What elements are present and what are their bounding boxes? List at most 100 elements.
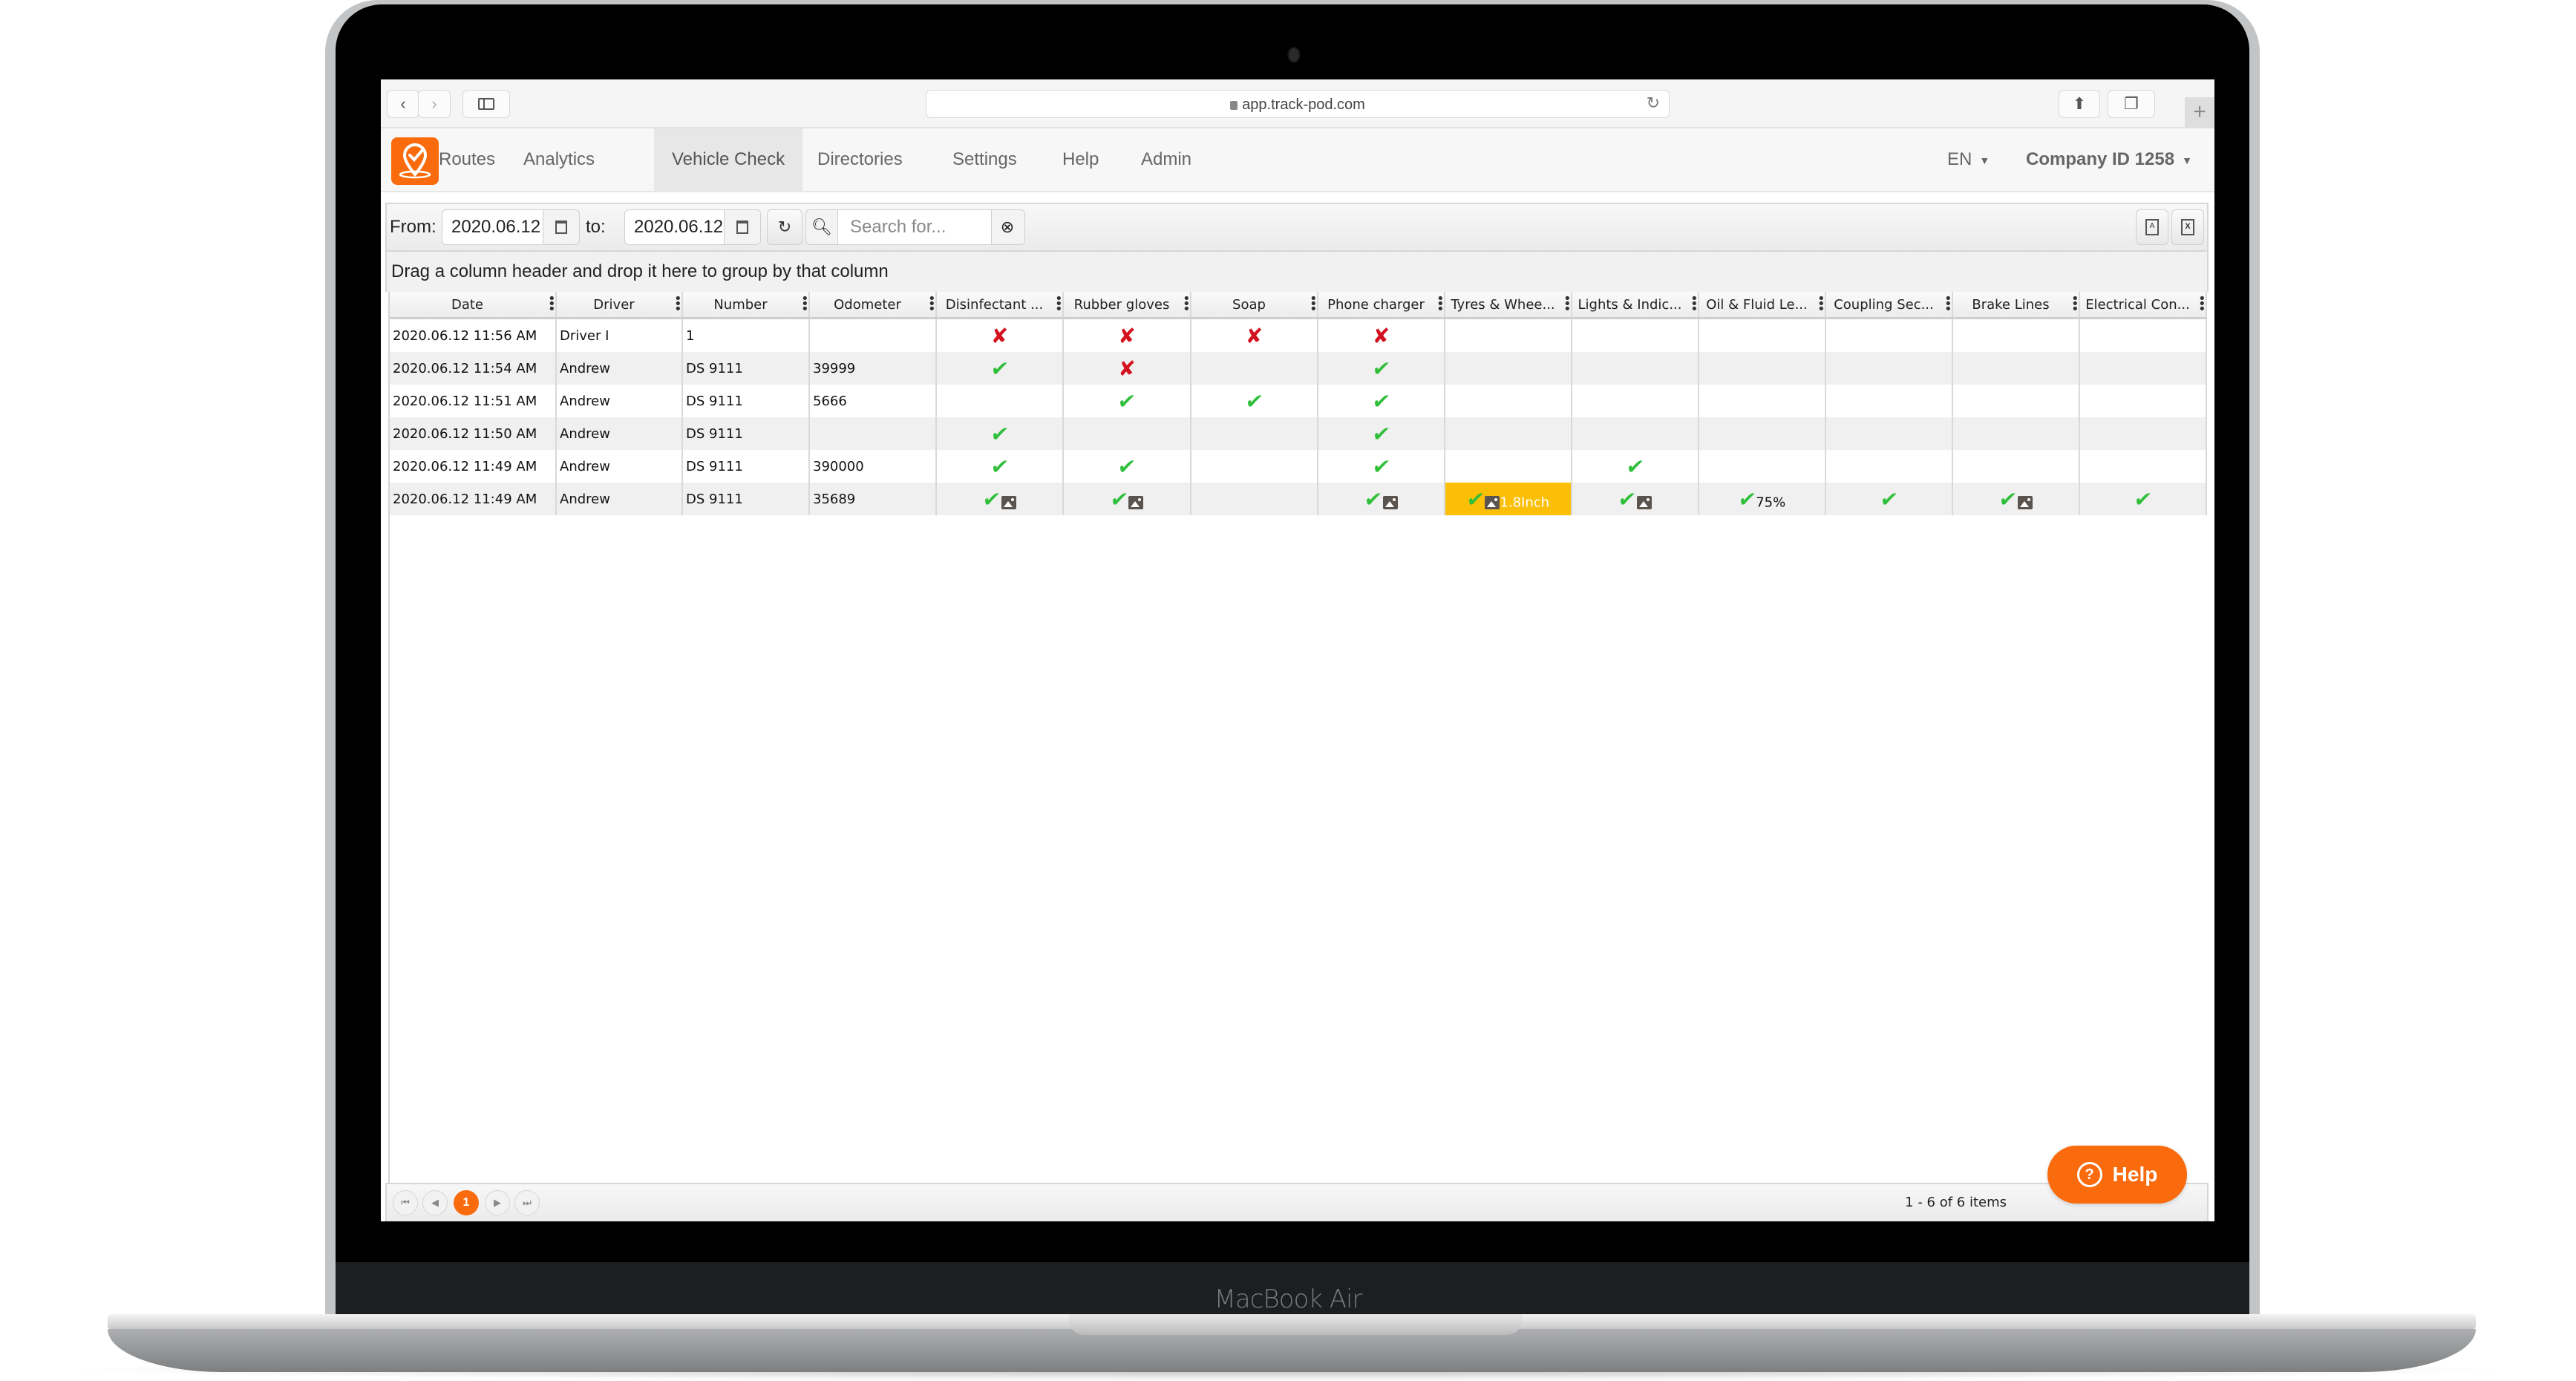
- nav-settings[interactable]: Settings: [935, 128, 1035, 191]
- check-cell[interactable]: ✔ 1.8Inch: [1445, 483, 1572, 515]
- column-header[interactable]: Soap • • •: [1191, 292, 1318, 319]
- table-row[interactable]: 2020.06.12 11:49 AM Andrew DS 9111 390000 ✔ ✔…: [390, 450, 2207, 483]
- search-input[interactable]: Search for...: [837, 210, 992, 244]
- photo-icon[interactable]: [1001, 495, 1016, 509]
- check-cell: ✘: [1063, 318, 1191, 352]
- prev-page-button[interactable]: ◀: [422, 1190, 448, 1215]
- column-header[interactable]: Tyres & Whee... • • •: [1445, 292, 1572, 319]
- back-button[interactable]: ‹: [387, 90, 419, 118]
- export-excel-button[interactable]: X: [2171, 209, 2204, 245]
- last-page-button[interactable]: ⏭︎: [514, 1190, 540, 1215]
- check-icon: ✔: [1243, 388, 1265, 414]
- sidebar-toggle-button[interactable]: [462, 90, 510, 118]
- language-selector[interactable]: EN ▼: [1947, 128, 1990, 191]
- check-cell: [936, 385, 1064, 417]
- column-menu-icon[interactable]: • • •: [801, 293, 808, 316]
- share-button[interactable]: ⬆: [2059, 90, 2100, 118]
- check-cell: [1445, 318, 1572, 352]
- check-cell[interactable]: ✔: [1572, 483, 1699, 515]
- column-menu-icon[interactable]: • • •: [2071, 293, 2078, 316]
- calendar-icon[interactable]: [724, 210, 760, 244]
- nav-directories[interactable]: Directories: [800, 128, 921, 191]
- check-cell: [1699, 417, 1826, 450]
- column-menu-icon[interactable]: • • •: [1944, 293, 1951, 316]
- column-header-label: Odometer: [834, 296, 901, 313]
- export-pdf-button[interactable]: A: [2136, 209, 2168, 245]
- table-row[interactable]: 2020.06.12 11:56 AM Driver I 1 ✘ ✘ ✘ ✘: [390, 318, 2207, 352]
- column-menu-icon[interactable]: • • •: [674, 293, 681, 316]
- column-menu-icon[interactable]: • • •: [1690, 293, 1697, 316]
- nav-help[interactable]: Help: [1045, 128, 1117, 191]
- check-cell[interactable]: ✔: [1952, 483, 2080, 515]
- check-cell[interactable]: ✔: [1318, 483, 1445, 515]
- photo-icon[interactable]: [1128, 495, 1144, 509]
- column-header-label: Driver: [593, 296, 635, 313]
- column-menu-icon[interactable]: • • •: [548, 293, 555, 316]
- from-date-input[interactable]: 2020.06.12: [442, 209, 580, 245]
- check-icon: ✔: [1465, 486, 1486, 512]
- table-row[interactable]: 2020.06.12 11:54 AM Andrew DS 9111 39999 ✔ ✘ ✔: [390, 352, 2207, 385]
- check-cell: [1952, 417, 2080, 450]
- search-icon[interactable]: 🔍︎: [806, 210, 837, 244]
- column-header[interactable]: Rubber gloves • • •: [1063, 292, 1191, 319]
- column-header[interactable]: Electrical Con... • • •: [2079, 292, 2207, 319]
- column-header[interactable]: Brake Lines • • •: [1952, 292, 2080, 319]
- check-cell: [1699, 385, 1826, 417]
- first-page-button[interactable]: ⏮︎: [393, 1190, 418, 1215]
- nav-analytics[interactable]: Analytics: [506, 128, 612, 191]
- cross-icon: ✘: [990, 323, 1009, 348]
- table-row[interactable]: 2020.06.12 11:50 AM Andrew DS 9111 ✔ ✔: [390, 417, 2207, 450]
- column-header[interactable]: Phone charger • • •: [1318, 292, 1445, 319]
- check-icon: ✔: [989, 356, 1010, 381]
- check-cell: ✔: [1318, 450, 1445, 483]
- check-cell: [1952, 318, 2080, 352]
- check-icon: ✔: [1878, 486, 1900, 512]
- column-header[interactable]: Coupling Sec... • • •: [1825, 292, 1953, 319]
- check-cell: [1825, 318, 1953, 352]
- pager-info: 1 - 6 of 6 items: [1905, 1195, 2007, 1210]
- column-menu-icon[interactable]: • • •: [1436, 293, 1443, 316]
- photo-icon[interactable]: [1382, 495, 1398, 509]
- table-row[interactable]: 2020.06.12 11:49 AM Andrew DS 9111 35689 ✔ ✔ ✔…: [390, 483, 2207, 515]
- refresh-button[interactable]: ↻: [767, 209, 802, 245]
- column-menu-icon[interactable]: • • •: [1055, 293, 1062, 316]
- column-header[interactable]: Disinfectant ... • • •: [936, 292, 1064, 319]
- nav-routes[interactable]: Routes: [416, 128, 513, 191]
- check-icon: ✔: [1616, 486, 1638, 512]
- column-menu-icon[interactable]: • • •: [1183, 293, 1189, 316]
- nav-admin[interactable]: Admin: [1123, 128, 1209, 191]
- page-1-button[interactable]: 1: [454, 1190, 479, 1215]
- nav-vehicle-check[interactable]: Vehicle Check: [654, 128, 803, 191]
- new-tab-button[interactable]: +: [2185, 97, 2214, 127]
- column-menu-icon[interactable]: • • •: [928, 293, 935, 316]
- column-menu-icon[interactable]: • • •: [1817, 293, 1824, 316]
- column-header[interactable]: Driver • • •: [556, 292, 683, 319]
- photo-icon[interactable]: [1636, 495, 1652, 509]
- column-menu-icon[interactable]: • • •: [2198, 293, 2205, 316]
- to-date-input[interactable]: 2020.06.12: [624, 209, 761, 245]
- photo-icon[interactable]: [2017, 495, 2033, 509]
- column-header[interactable]: Lights & Indic... • • •: [1572, 292, 1699, 319]
- check-cell[interactable]: ✔: [936, 483, 1064, 515]
- column-menu-icon[interactable]: • • •: [1563, 293, 1570, 316]
- column-header-label: Brake Lines: [1972, 296, 2050, 313]
- forward-button[interactable]: ›: [418, 90, 451, 118]
- column-menu-icon[interactable]: • • •: [1310, 293, 1316, 316]
- calendar-icon[interactable]: [543, 210, 579, 244]
- clear-search-icon[interactable]: ⊗: [990, 210, 1024, 244]
- table-row[interactable]: 2020.06.12 11:51 AM Andrew DS 9111 5666 ✔ ✔ ✔: [390, 385, 2207, 417]
- column-header[interactable]: Number • • •: [682, 292, 810, 319]
- address-bar[interactable]: app.track-pod.com ↻: [926, 90, 1670, 118]
- next-page-button[interactable]: ▶: [485, 1190, 510, 1215]
- group-by-drop-area[interactable]: Drag a column header and drop it here to…: [385, 252, 2209, 292]
- column-header[interactable]: Oil & Fluid Le... • • •: [1699, 292, 1826, 319]
- tabs-overview-button[interactable]: ❐: [2108, 90, 2155, 118]
- help-button[interactable]: ? Help: [2047, 1146, 2187, 1204]
- column-header[interactable]: Odometer • • •: [809, 292, 937, 319]
- reload-icon[interactable]: ↻: [1647, 94, 1660, 113]
- company-selector[interactable]: Company ID 1258 ▼: [2026, 128, 2192, 191]
- check-cell: ✔: [1318, 385, 1445, 417]
- check-cell[interactable]: ✔: [1063, 483, 1191, 515]
- photo-icon[interactable]: [1485, 495, 1500, 509]
- column-header[interactable]: Date • • •: [390, 292, 557, 319]
